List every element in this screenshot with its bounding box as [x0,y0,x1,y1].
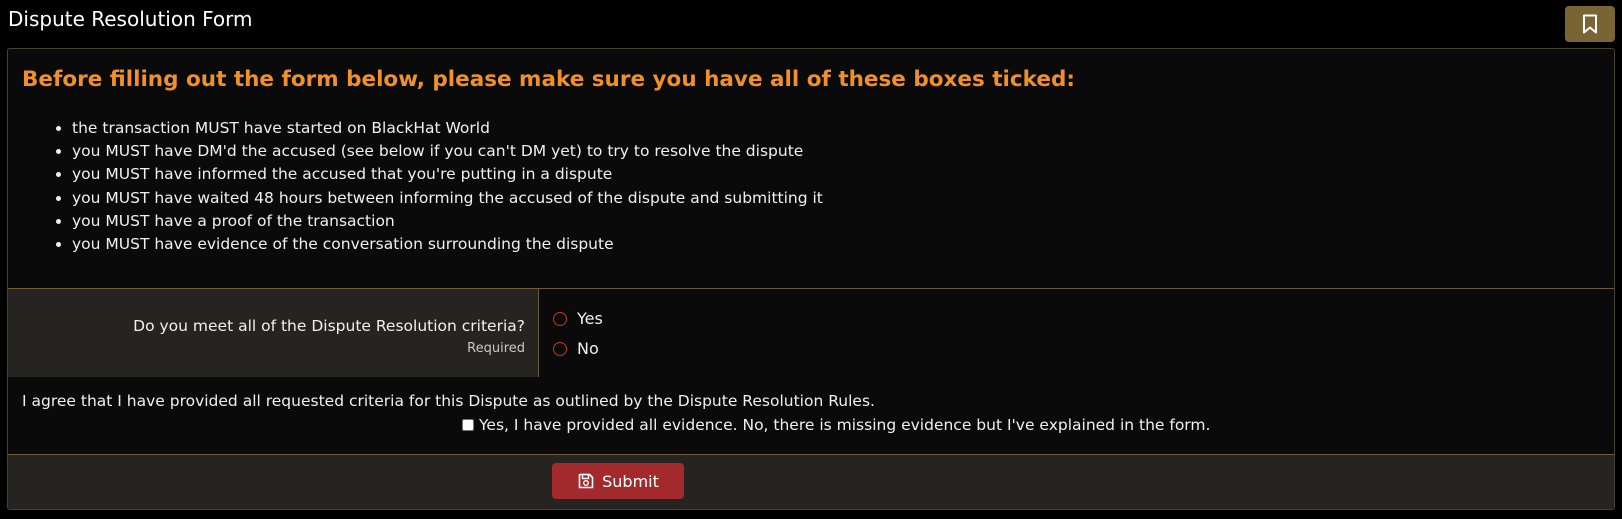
agreement-checkbox[interactable] [462,419,474,431]
submit-button[interactable]: Submit [552,463,684,499]
bookmark-icon [1582,14,1598,34]
criteria-item: you MUST have informed the accused that … [72,163,823,186]
notice-heading: Before filling out the form below, pleas… [22,67,1075,92]
criteria-item: the transaction MUST have started on Bla… [72,117,823,140]
question-label-cell: Do you meet all of the Dispute Resolutio… [8,289,539,377]
form-footer: Submit [8,455,1614,509]
criteria-item: you MUST have evidence of the conversati… [72,233,823,256]
form-panel: Before filling out the form below, pleas… [7,48,1615,510]
radio-label-no: No [577,339,599,358]
criteria-item: you MUST have waited 48 hours between in… [72,187,823,210]
radio-button-yes[interactable] [553,311,567,326]
radio-option-no[interactable]: No [553,339,599,358]
criteria-notice: Before filling out the form below, pleas… [8,49,1614,289]
required-hint: Required [467,341,525,356]
question-label: Do you meet all of the Dispute Resolutio… [133,317,525,335]
radio-label-yes: Yes [577,309,603,328]
submit-label: Submit [602,471,659,491]
criteria-item: you MUST have a proof of the transaction [72,210,823,233]
bookmark-button[interactable] [1565,6,1615,42]
radio-option-yes[interactable]: Yes [553,309,603,328]
criteria-list: the transaction MUST have started on Bla… [52,117,823,256]
agreement-checkbox-label: Yes, I have provided all evidence. No, t… [479,416,1211,434]
agreement-row: I agree that I have provided all request… [8,377,1614,455]
save-icon [577,472,602,490]
page: Dispute Resolution Form Before filling o… [0,0,1622,519]
radio-button-no[interactable] [553,341,567,356]
agreement-text: I agree that I have provided all request… [22,392,875,410]
page-title: Dispute Resolution Form [8,7,253,31]
agreement-option[interactable]: Yes, I have provided all evidence. No, t… [462,416,1210,434]
criteria-item: you MUST have DM'd the accused (see belo… [72,140,823,163]
criteria-question-row: Do you meet all of the Dispute Resolutio… [8,289,1614,377]
